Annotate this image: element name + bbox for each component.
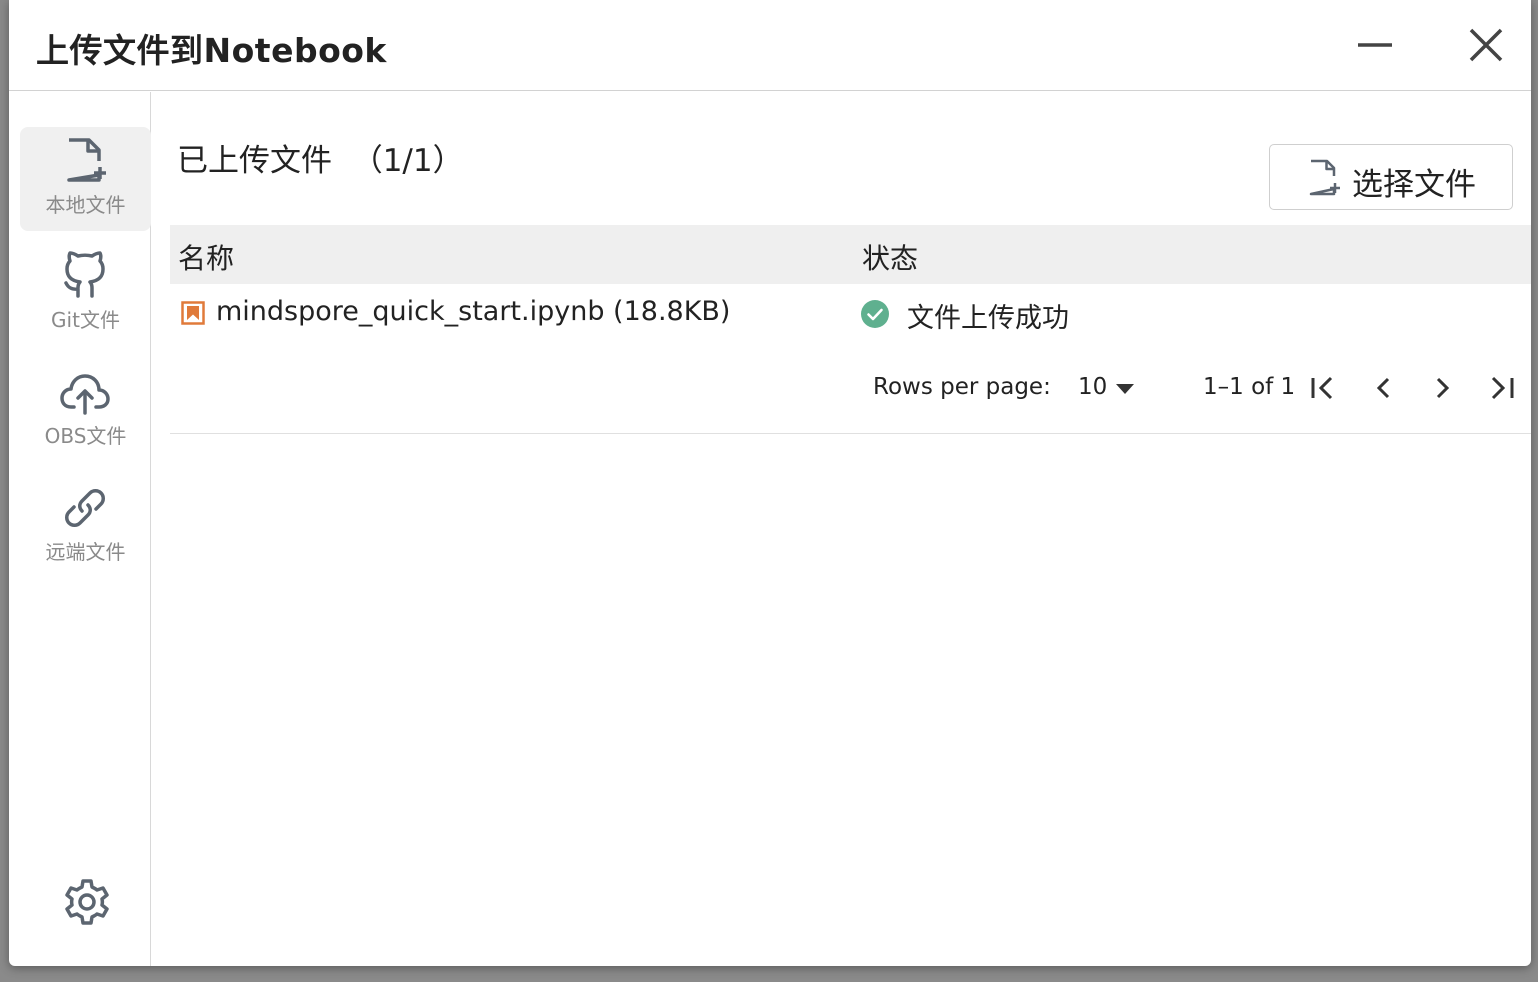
- column-header-name: 名称: [178, 242, 235, 275]
- sidebar-item-label: 本地文件: [45, 193, 126, 217]
- select-file-label: 选择文件: [1352, 167, 1476, 203]
- minimize-button[interactable]: [1352, 22, 1398, 68]
- settings-button[interactable]: [59, 876, 115, 932]
- sidebar-item-label: OBS文件: [44, 424, 127, 448]
- caret-down-icon: [1116, 384, 1134, 394]
- next-page-button[interactable]: [1424, 370, 1460, 406]
- column-header-status: 状态: [862, 242, 919, 275]
- sidebar-item-remote-file[interactable]: 远端文件: [20, 474, 151, 578]
- uploaded-files-title: 已上传文件 （1/1）: [177, 143, 464, 179]
- first-page-button[interactable]: [1306, 370, 1342, 406]
- dialog-title: 上传文件到Notebook: [36, 31, 387, 70]
- close-button[interactable]: [1463, 22, 1509, 68]
- first-page-icon: [1311, 376, 1333, 400]
- previous-page-button[interactable]: [1366, 370, 1402, 406]
- sidebar-item-local-file[interactable]: 本地文件: [20, 127, 151, 231]
- last-page-button[interactable]: [1484, 370, 1520, 406]
- sidebar-item-label: 远端文件: [45, 540, 126, 564]
- pagination: Rows per page: 10 1–1 of 1: [170, 358, 1531, 418]
- gear-icon: [65, 879, 109, 925]
- github-icon: [64, 251, 105, 298]
- cloud-upload-icon: [60, 374, 110, 415]
- minimize-icon: [1358, 43, 1392, 47]
- main-panel: 已上传文件 （1/1） 选择文件 名称 状态 mindspore_quick_s…: [151, 92, 1531, 966]
- table-row: mindspore_quick_start.ipynb (18.8KB) 文件上…: [170, 284, 1531, 342]
- pagination-range: 1–1 of 1: [1203, 374, 1296, 400]
- table-divider: [170, 433, 1531, 434]
- notebook-file-icon: [181, 301, 205, 325]
- sidebar-item-label: Git文件: [51, 308, 120, 332]
- rows-per-page-label: Rows per page:: [873, 374, 1051, 400]
- chevron-right-icon: [1436, 377, 1450, 399]
- rows-per-page-value: 10: [1078, 374, 1108, 400]
- close-icon: [1469, 28, 1503, 62]
- dialog-header: 上传文件到Notebook: [9, 0, 1531, 91]
- sidebar-item-obs-file[interactable]: OBS文件: [20, 358, 151, 462]
- sidebar: 本地文件 Git文件 OBS文件 远端文件: [9, 92, 151, 966]
- link-icon: [65, 489, 105, 527]
- last-page-icon: [1491, 376, 1514, 400]
- file-add-icon: [1309, 159, 1340, 196]
- chevron-left-icon: [1376, 377, 1390, 399]
- file-name: mindspore_quick_start.ipynb (18.8KB): [216, 296, 731, 327]
- upload-status: 文件上传成功: [907, 303, 1069, 334]
- sidebar-item-git-file[interactable]: Git文件: [20, 242, 151, 346]
- upload-dialog: 上传文件到Notebook 本地文件 Git文件 OBS文件 远端文件 已上传文…: [9, 0, 1531, 966]
- check-circle-icon: [861, 300, 889, 328]
- file-add-icon: [67, 138, 106, 182]
- select-file-button[interactable]: 选择文件: [1269, 144, 1513, 210]
- table-header: 名称 状态: [170, 225, 1531, 284]
- rows-per-page-select[interactable]: 10: [1078, 368, 1140, 404]
